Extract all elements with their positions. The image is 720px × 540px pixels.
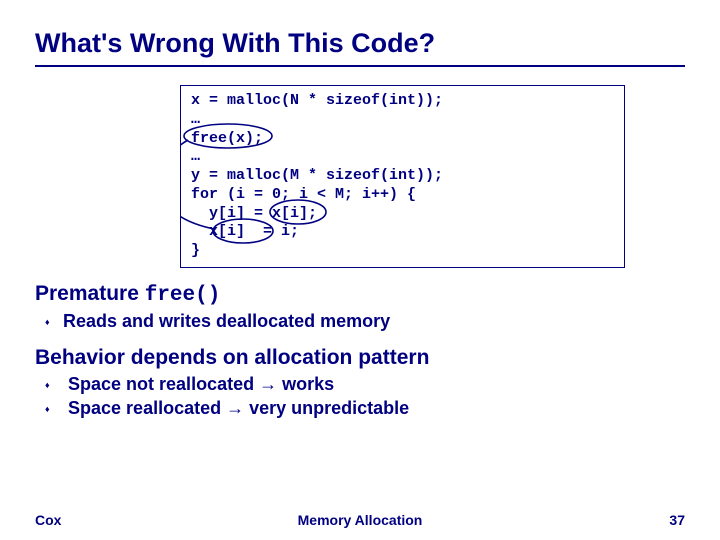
list-item: Space not reallocated → works <box>63 374 685 395</box>
bullet-post: works <box>277 374 334 394</box>
code-line: free(x); <box>191 130 263 147</box>
bullet-list: Space not reallocated → works Space real… <box>35 374 685 419</box>
slide-body: Premature free() Reads and writes deallo… <box>35 282 685 419</box>
code-line: x = malloc(N * sizeof(int)); <box>191 92 443 109</box>
code-line: … <box>191 148 200 165</box>
code-line: x[i] = i; <box>191 223 299 240</box>
section-heading-premature: Premature free() <box>35 282 685 307</box>
bullet-list: Reads and writes deallocated memory <box>35 311 685 332</box>
heading-text: Premature <box>35 282 145 305</box>
title-rule <box>35 65 685 67</box>
list-item: Space reallocated → very unpredictable <box>63 398 685 419</box>
code-line: y = malloc(M * sizeof(int)); <box>191 167 443 184</box>
code-line: for (i = 0; i < M; i++) { <box>191 186 416 203</box>
slide-title: What's Wrong With This Code? <box>35 28 685 59</box>
bullet-post: very unpredictable <box>244 398 409 418</box>
code-block: x = malloc(N * sizeof(int)); … free(x); … <box>180 85 625 268</box>
code-line: … <box>191 111 200 128</box>
code-line: y[i] = x[i]; <box>191 205 317 222</box>
bullet-pre: Space not reallocated <box>68 374 259 394</box>
arrow-icon: → <box>226 398 244 418</box>
code-line: } <box>191 242 200 259</box>
list-item: Reads and writes deallocated memory <box>63 311 685 332</box>
section-heading-behavior: Behavior depends on allocation pattern <box>35 346 685 370</box>
bullet-pre: Space reallocated <box>68 398 226 418</box>
slide: What's Wrong With This Code? x = malloc(… <box>0 0 720 540</box>
footer-center: Memory Allocation <box>0 512 720 528</box>
code-block-wrapper: x = malloc(N * sizeof(int)); … free(x); … <box>180 85 625 268</box>
arrow-icon: → <box>259 374 277 394</box>
heading-code: free() <box>145 284 221 307</box>
slide-footer: Cox Memory Allocation 37 <box>0 512 720 528</box>
